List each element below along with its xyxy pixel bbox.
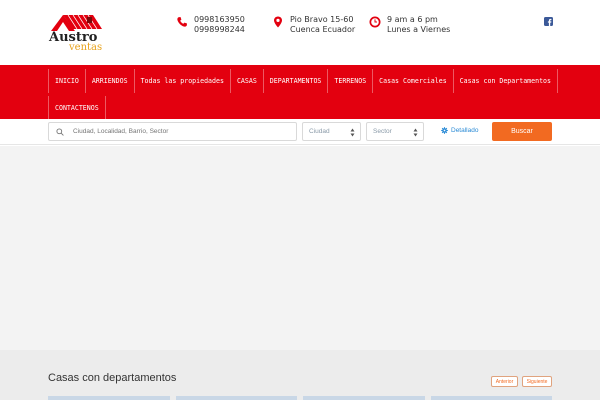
- city-select[interactable]: Ciudad: [302, 122, 361, 141]
- nav-item-casas-comerciales[interactable]: Casas Comerciales: [373, 69, 454, 93]
- phone-number-2[interactable]: 0998998244: [194, 25, 245, 35]
- search-button[interactable]: Buscar: [492, 122, 552, 141]
- nav-item-terrenos[interactable]: TERRENOS: [328, 69, 374, 93]
- clock-icon: [369, 16, 381, 28]
- search-input[interactable]: [73, 128, 293, 135]
- property-card[interactable]: [48, 396, 170, 400]
- header: Austro ventas 0998163950 0998998244 Pio …: [0, 0, 600, 64]
- sector-select-value: Sector: [373, 128, 392, 135]
- hours-contact: 9 am a 6 pm Lunes a Viernes: [369, 15, 450, 35]
- phone-icon: [177, 17, 187, 27]
- facebook-icon[interactable]: [544, 17, 553, 26]
- property-card[interactable]: [175, 396, 297, 400]
- location-pin-icon: [274, 16, 282, 28]
- nav-item-inicio[interactable]: INICIO: [48, 69, 86, 93]
- phone-number-1[interactable]: 0998163950: [194, 15, 245, 25]
- nav-item-casas-con-departamentos[interactable]: Casas con Departamentos: [454, 69, 558, 93]
- main-nav: INICIO ARRIENDOS Todas las propiedades C…: [0, 65, 600, 120]
- gear-icon: [441, 127, 448, 134]
- nav-item-arriendos[interactable]: ARRIENDOS: [86, 69, 135, 93]
- sector-select[interactable]: Sector: [366, 122, 424, 141]
- phone-contact: 0998163950 0998998244: [176, 15, 245, 35]
- nav-item-todas-propiedades[interactable]: Todas las propiedades: [135, 69, 231, 93]
- select-arrows-icon: [413, 128, 418, 137]
- austro-ventas-logo[interactable]: Austro ventas: [47, 13, 127, 51]
- property-cards: [48, 396, 552, 400]
- hours-line-2: Lunes a Viernes: [387, 25, 451, 34]
- property-card[interactable]: [303, 396, 425, 400]
- detailed-search-label: Detallado: [451, 127, 479, 134]
- next-button[interactable]: Siguiente: [522, 376, 552, 387]
- section-title: Casas con departamentos: [48, 372, 177, 384]
- page: Austro ventas 0998163950 0998998244 Pio …: [0, 0, 600, 400]
- address-line-2: Cuenca Ecuador: [290, 25, 356, 34]
- brand-name-line2: ventas: [68, 42, 102, 51]
- select-arrows-icon: [350, 128, 355, 137]
- address-line-1: Pio Bravo 15-60: [290, 15, 354, 24]
- detailed-search-link[interactable]: Detallado: [441, 127, 478, 134]
- city-select-value: Ciudad: [309, 128, 330, 135]
- nav-item-departamentos[interactable]: DEPARTAMENTOS: [264, 69, 329, 93]
- nav-item-casas[interactable]: CASAS: [231, 69, 264, 93]
- hours-line-1: 9 am a 6 pm: [387, 15, 438, 24]
- hero-banner: [0, 146, 600, 350]
- search-icon: [56, 127, 64, 136]
- nav-item-contactenos[interactable]: CONTACTENOS: [48, 96, 106, 120]
- address-contact: Pio Bravo 15-60 Cuenca Ecuador: [272, 15, 355, 35]
- search-field[interactable]: [48, 122, 297, 141]
- property-card[interactable]: [430, 396, 552, 400]
- previous-button[interactable]: Anterior: [491, 376, 518, 387]
